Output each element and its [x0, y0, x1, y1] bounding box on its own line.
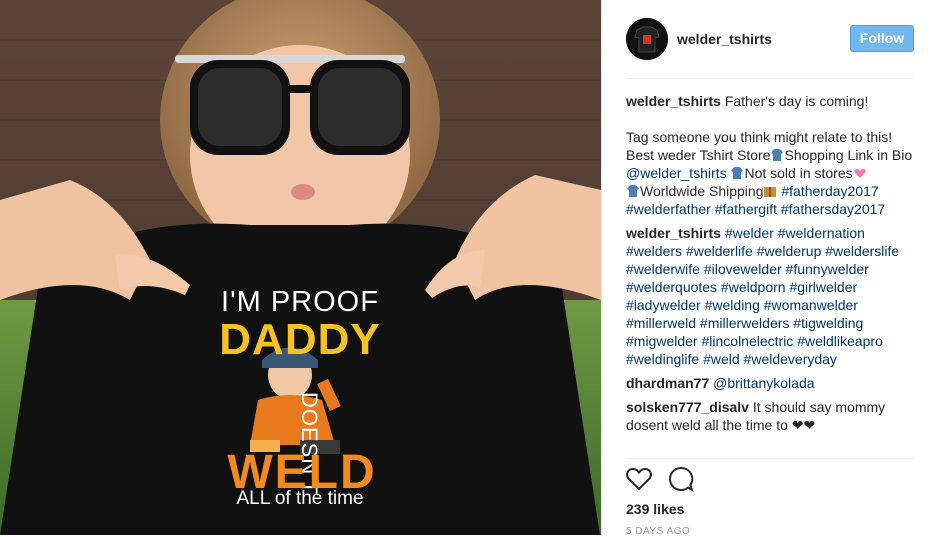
hashtag[interactable]: #weldlikeapro	[797, 333, 883, 349]
hashtag[interactable]: #ladywelder	[626, 297, 701, 313]
hashtag[interactable]: #millerweld	[626, 315, 696, 331]
hashtag[interactable]: #migwelder	[626, 333, 698, 349]
follow-button[interactable]: Follow	[850, 25, 914, 52]
hashtag[interactable]: #welderslife	[825, 243, 899, 259]
comment: solsken777_disalv It should say mommy do…	[626, 398, 914, 434]
hashtag[interactable]: #welder	[725, 225, 774, 241]
hashtag[interactable]: #welderquotes	[626, 279, 717, 295]
hashtag[interactable]: #welderwife	[626, 261, 700, 277]
comment-username[interactable]: welder_tshirts	[626, 225, 721, 241]
tshirt-emoji-icon	[771, 149, 784, 161]
divider	[626, 78, 914, 79]
hashtag[interactable]: #weldporn	[721, 279, 786, 295]
caption-seg-1: Best weder Tshirt Store	[626, 147, 771, 163]
comment: dhardman77 @brittanykolada	[626, 374, 914, 392]
hearts-emoji-icon	[853, 168, 866, 178]
hashtag[interactable]: #funnywelder	[786, 261, 869, 277]
tshirt-emoji-icon	[627, 185, 639, 197]
caption-seg-2: Shopping Link in Bio	[784, 147, 913, 163]
hashtag[interactable]: #millerwelders	[700, 315, 789, 331]
hashtag[interactable]: #womanwelder	[764, 297, 858, 313]
hashtag[interactable]: #tigwelding	[793, 315, 863, 331]
hashtag[interactable]: #girlwelder	[789, 279, 857, 295]
heart-icon[interactable]	[626, 467, 652, 491]
divider	[626, 458, 914, 459]
avatar[interactable]	[626, 18, 668, 60]
hashtag[interactable]: #welders	[626, 243, 682, 259]
caption-username[interactable]: welder_tshirts	[626, 93, 721, 109]
caption-seg-4: Worldwide Shipping	[640, 183, 764, 199]
timestamp: 5 DAYS AGO	[626, 526, 691, 537]
header-username[interactable]: welder_tshirts	[677, 31, 772, 47]
hashtag[interactable]: #weldeveryday	[744, 351, 837, 367]
post-photo[interactable]: I'M PROOF DADDY DOESN'T WELD ALL of the …	[0, 0, 601, 535]
shirt-print: I'M PROOF DADDY	[200, 286, 400, 365]
hashtag[interactable]: #welderlife	[686, 243, 753, 259]
post-sidebar: welder_tshirts Follow welder_tshirts Fat…	[601, 0, 937, 537]
comment-bubble-icon[interactable]	[668, 466, 694, 492]
caption-hashtag[interactable]: #fathersday2017	[781, 201, 885, 217]
hashtag[interactable]: #welderup	[757, 243, 822, 259]
caption-line-1: Father's day is coming!	[724, 93, 869, 109]
caption-hashtag[interactable]: #fatherday2017	[781, 183, 878, 199]
avatar-shirt-icon	[626, 18, 668, 60]
package-emoji-icon	[764, 187, 777, 197]
hashtag[interactable]: #weldernation	[778, 225, 865, 241]
tshirt-emoji-icon	[731, 167, 744, 179]
comment-username[interactable]: solsken777_disalv	[626, 399, 749, 415]
shirt-line-5: ALL of the time	[236, 488, 364, 509]
caption-hashtag[interactable]: #fathergift	[715, 201, 777, 217]
comment-mention[interactable]: @brittanykolada	[713, 375, 814, 391]
hashtag-comment: welder_tshirts #welder #weldernation #we…	[626, 224, 914, 368]
like-count[interactable]: 239 likes	[626, 501, 684, 517]
post-header: welder_tshirts Follow	[626, 18, 914, 60]
hashtag[interactable]: #weldinglife	[626, 351, 699, 367]
hashtag[interactable]: #lincolnelectric	[701, 333, 793, 349]
comment-list: welder_tshirts Father's day is coming! T…	[626, 92, 914, 440]
caption: welder_tshirts Father's day is coming! T…	[626, 92, 914, 218]
hashtag[interactable]: #welding	[705, 297, 760, 313]
comment-username[interactable]: dhardman77	[626, 375, 709, 391]
hashtag[interactable]: #ilovewelder	[704, 261, 782, 277]
hashtag[interactable]: #weld	[703, 351, 740, 367]
shirt-line-2: DADDY	[219, 315, 381, 364]
caption-seg-3: Not sold in stores	[744, 165, 853, 181]
caption-line-2: Tag someone you think might relate to th…	[626, 129, 893, 145]
caption-mention[interactable]: @welder_tshirts	[626, 165, 727, 181]
caption-hashtag[interactable]: #welderfather	[626, 201, 711, 217]
